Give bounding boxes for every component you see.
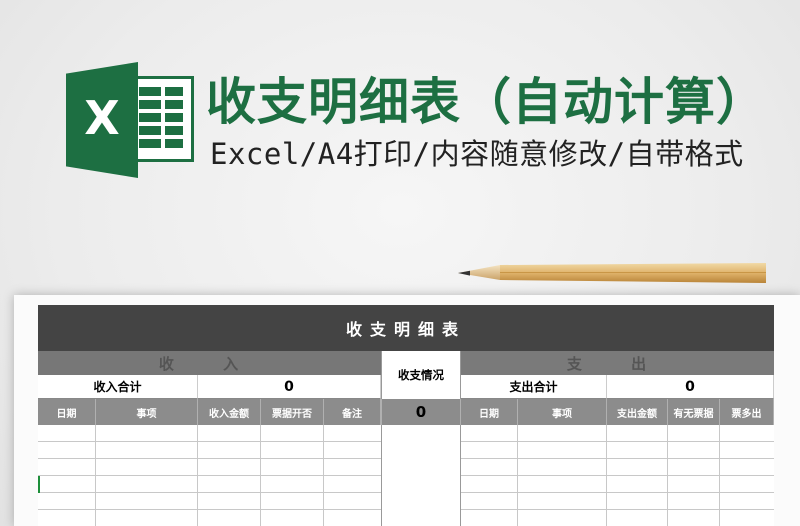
balance-label: 收支情况 [381,351,461,399]
balance-column-body [381,425,461,526]
pencil-icon [458,263,766,283]
income-total-value[interactable]: 0 [198,375,381,399]
active-cell-marker [38,476,40,493]
expense-col-receipt: 有无票据 [668,399,720,425]
spreadsheet: 收支明细表 收 入 收支情况 支 出 收入合计 0 支出合计 0 日期 事项 收… [38,305,774,526]
expense-data-grid[interactable] [461,425,774,526]
income-section-header: 收 入 [38,351,381,375]
income-data-grid[interactable] [38,425,381,526]
income-col-receipt: 票据开否 [261,399,324,425]
expense-col-extra: 票多出 [720,399,774,425]
expense-total-label: 支出合计 [461,375,607,399]
expense-col-amount: 支出金额 [607,399,668,425]
expense-col-item: 事项 [518,399,607,425]
logo-letter: X [84,91,120,145]
expense-col-date: 日期 [461,399,518,425]
banner-subtitle: Excel/A4打印/内容随意修改/自带格式 [210,137,744,171]
expense-total-value[interactable]: 0 [607,375,774,399]
expense-section-header: 支 出 [461,351,774,375]
excel-logo-icon: X [66,62,194,178]
income-col-date: 日期 [38,399,96,425]
income-col-item: 事项 [96,399,198,425]
balance-value[interactable]: 0 [381,399,461,425]
banner-title: 收支明细表（自动计算） [206,73,767,131]
income-col-note: 备注 [324,399,381,425]
income-total-label: 收入合计 [38,375,198,399]
sheet-title: 收支明细表 [38,305,774,351]
income-col-amount: 收入金额 [198,399,261,425]
